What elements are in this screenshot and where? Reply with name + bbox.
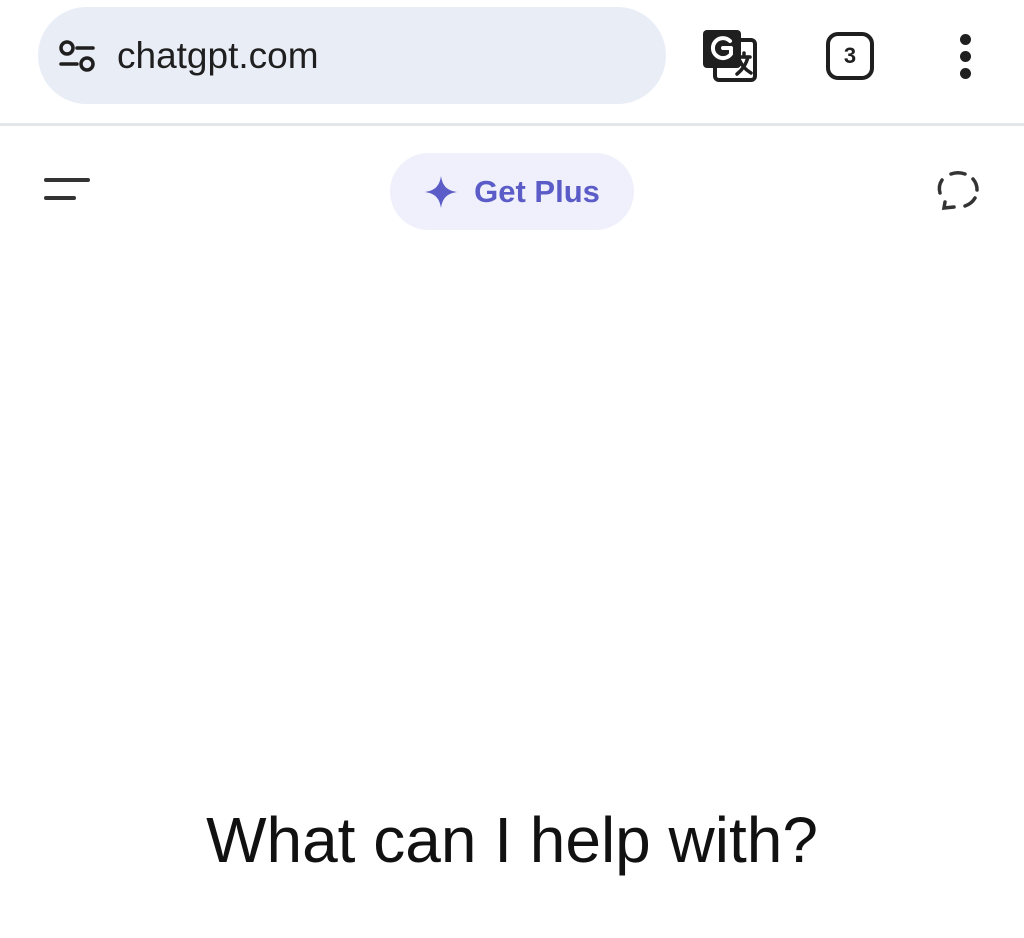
prompt-heading: What can I help with? (206, 804, 818, 876)
translate-icon[interactable] (700, 27, 760, 85)
get-plus-label: Get Plus (474, 173, 600, 209)
menu-dot (960, 51, 971, 62)
tab-count: 3 (843, 43, 857, 68)
more-vertical-icon[interactable] (946, 32, 986, 82)
browser-toolbar: chatgpt.com 3 (0, 0, 1024, 126)
menu-dot (960, 34, 971, 45)
site-settings-icon[interactable] (58, 39, 96, 73)
get-plus-button[interactable]: Get Plus (390, 153, 634, 230)
app-header: Get Plus (0, 126, 1024, 256)
sidebar-menu-icon[interactable] (40, 172, 96, 208)
address-bar[interactable]: chatgpt.com (38, 7, 666, 104)
tab-switcher-button[interactable]: 3 (826, 32, 874, 80)
menu-dot (960, 68, 971, 79)
url-text[interactable]: chatgpt.com (117, 34, 319, 78)
sparkle-icon (425, 175, 458, 208)
temporary-chat-icon[interactable] (932, 166, 984, 218)
